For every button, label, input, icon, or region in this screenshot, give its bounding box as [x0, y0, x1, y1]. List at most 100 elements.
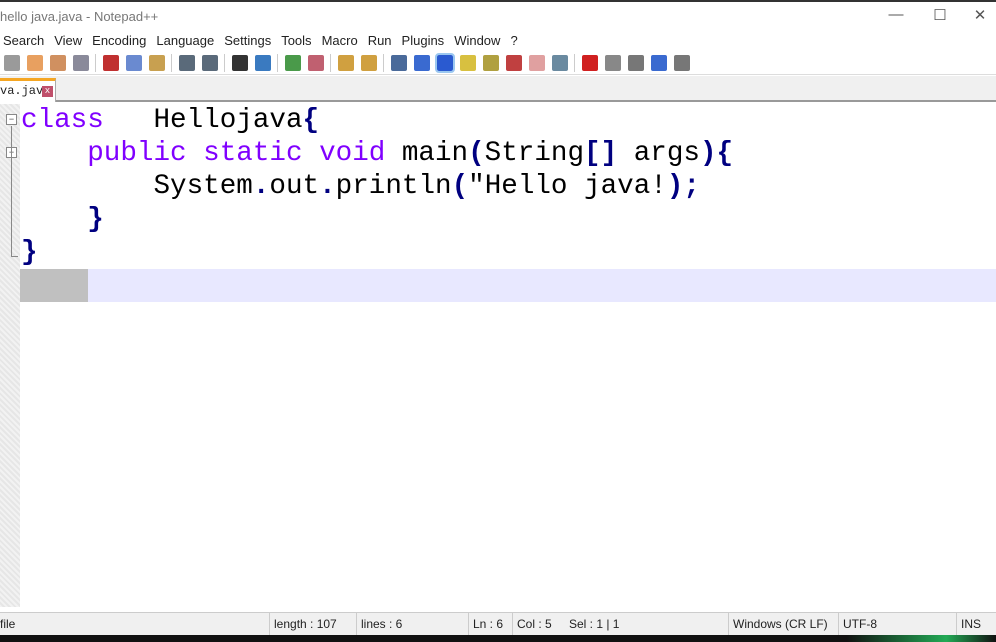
brace: { — [302, 105, 320, 136]
window-title: hello java.java - Notepad++ — [0, 9, 159, 24]
paren: ) — [699, 138, 717, 169]
toolbar-separator — [574, 53, 575, 72]
code-line-3: System.out.println("Hello java!); — [21, 170, 700, 203]
status-eol: Windows (CR LF) — [729, 613, 839, 636]
menu-view[interactable]: View — [51, 32, 89, 50]
paste-icon[interactable] — [148, 54, 165, 71]
fold-margin: − − — [0, 104, 20, 607]
play-macro-icon[interactable] — [627, 54, 644, 71]
identifier: out — [269, 171, 320, 202]
sync-horizontal-icon[interactable] — [360, 54, 377, 71]
function-list-icon[interactable] — [505, 54, 522, 71]
menu-plugins[interactable]: Plugins — [399, 32, 452, 50]
menu-run[interactable]: Run — [365, 32, 399, 50]
code-editor[interactable]: − − class Hellojava{ public static void … — [0, 104, 996, 607]
find-icon[interactable] — [231, 54, 248, 71]
status-lines: lines : 6 — [357, 613, 469, 636]
tab-hello-java[interactable]: va.java x — [0, 78, 56, 102]
menu-encoding[interactable]: Encoding — [89, 32, 153, 50]
bracket: [] — [584, 138, 618, 169]
close-button[interactable]: ✕ — [960, 6, 996, 30]
menu-language[interactable]: Language — [153, 32, 221, 50]
record-macro-icon[interactable] — [581, 54, 598, 71]
tab-close-icon[interactable]: x — [42, 86, 53, 97]
identifier: main — [385, 138, 469, 169]
undo-icon[interactable] — [178, 54, 195, 71]
dot: . — [252, 171, 270, 202]
fold-collapse-icon[interactable]: − — [6, 114, 17, 125]
indent-guide-icon[interactable] — [434, 52, 455, 73]
doc-map-icon[interactable] — [482, 54, 499, 71]
menu-settings[interactable]: Settings — [221, 32, 278, 50]
status-bar: file length : 107 lines : 6 Ln : 6 Col :… — [0, 612, 996, 636]
replace-icon[interactable] — [254, 54, 271, 71]
brace: { — [716, 138, 734, 169]
fold-end — [11, 256, 18, 257]
status-col: Col : 5 — [517, 617, 552, 631]
status-sel: Sel : 1 | 1 — [565, 613, 729, 636]
zoom-out-icon[interactable] — [307, 54, 324, 71]
keyword: public static void — [87, 138, 386, 169]
identifier: System — [153, 171, 253, 202]
code-line-2: public static void main(String[] args){ — [21, 137, 733, 170]
user-defined-language-icon[interactable] — [459, 54, 476, 71]
toolbar-separator — [330, 53, 331, 72]
stop-recording-icon[interactable] — [604, 54, 621, 71]
menu-tools[interactable]: Tools — [278, 32, 318, 50]
zoom-in-icon[interactable] — [284, 54, 301, 71]
identifier: Hellojava — [103, 105, 303, 136]
toolbar-separator — [171, 53, 172, 72]
menu-help[interactable]: ? — [507, 32, 524, 50]
cut-icon[interactable] — [102, 54, 119, 71]
copy-icon[interactable] — [125, 54, 142, 71]
maximize-button[interactable]: ☐ — [920, 6, 960, 30]
print-icon[interactable] — [72, 54, 89, 71]
string: "Hello java! — [468, 171, 667, 202]
brace: } — [87, 204, 104, 235]
status-file-type: file — [0, 613, 270, 636]
status-encoding: UTF-8 — [839, 613, 957, 636]
title-bar: hello java.java - Notepad++ — ☐ ✕ — [0, 0, 996, 32]
brace: } — [21, 237, 38, 268]
semicolon: ; — [683, 171, 700, 202]
close-all-icon[interactable] — [3, 54, 20, 71]
redo-icon[interactable] — [201, 54, 218, 71]
menu-search[interactable]: Search — [0, 32, 51, 50]
word-wrap-icon[interactable] — [390, 54, 407, 71]
fold-line — [11, 126, 12, 256]
paren: ( — [451, 171, 469, 202]
toolbar — [0, 51, 996, 75]
identifier: println — [335, 171, 452, 202]
identifier: String — [484, 138, 585, 169]
paren: ) — [666, 171, 684, 202]
sync-vertical-icon[interactable] — [337, 54, 354, 71]
folder-as-workspace-icon[interactable] — [528, 54, 545, 71]
current-line-highlight — [20, 269, 996, 302]
minimize-button[interactable]: — — [876, 6, 916, 30]
monitor-icon[interactable] — [551, 54, 568, 71]
toolbar-separator — [277, 53, 278, 72]
tab-bar: va.java x — [0, 76, 996, 102]
selection — [20, 269, 88, 302]
dot: . — [319, 171, 336, 202]
close-icon[interactable] — [26, 54, 43, 71]
toolbar-separator — [383, 53, 384, 72]
identifier: args — [617, 138, 700, 169]
menu-bar: Search View Encoding Language Settings T… — [0, 32, 996, 50]
save-macro-icon[interactable] — [673, 54, 690, 71]
run-macro-multiple-icon[interactable] — [650, 54, 667, 71]
status-ln: Ln : 6 — [469, 613, 513, 636]
code-line-4: } — [21, 203, 104, 236]
show-all-chars-icon[interactable] — [413, 54, 430, 71]
menu-macro[interactable]: Macro — [319, 32, 365, 50]
close-others-icon[interactable] — [49, 54, 66, 71]
status-insert-mode: INS — [961, 617, 982, 631]
toolbar-separator — [95, 53, 96, 72]
taskbar — [0, 635, 996, 642]
keyword: class — [21, 105, 104, 136]
menu-window[interactable]: Window — [451, 32, 507, 50]
toolbar-separator — [224, 53, 225, 72]
